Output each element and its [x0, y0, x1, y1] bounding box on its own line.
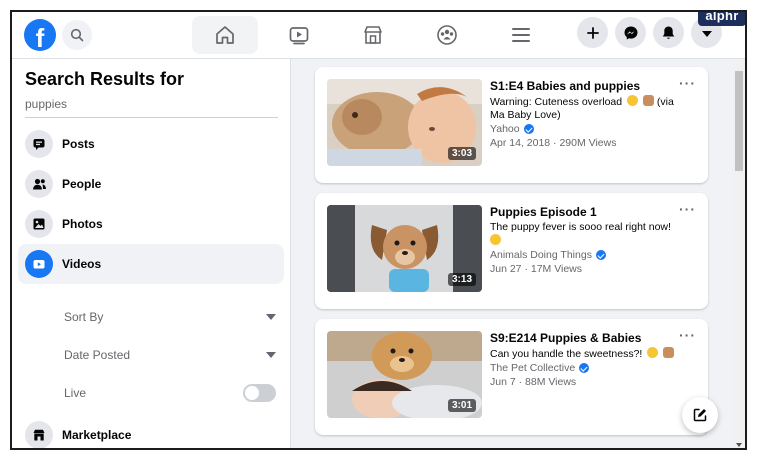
video-result-card[interactable]: 3:03 S1:E4 Babies and puppies Warning: C… — [315, 67, 708, 183]
caret-down-icon — [266, 352, 276, 358]
video-duration: 3:13 — [447, 273, 476, 286]
sort-by-dropdown[interactable]: Sort By — [64, 305, 276, 329]
sidebar-item-label: Videos — [62, 257, 102, 271]
video-meta: Jun 27 · 17M Views — [490, 263, 583, 275]
more-options-button[interactable]: ··· — [679, 201, 696, 217]
video-duration: 3:01 — [447, 399, 476, 412]
sort-by-label: Sort By — [64, 310, 104, 324]
search-button[interactable] — [62, 20, 92, 50]
divider — [25, 117, 278, 118]
bell-icon — [662, 26, 675, 39]
videos-icon — [25, 250, 53, 278]
hamburger-menu-icon — [512, 28, 530, 42]
video-source[interactable]: The Pet Collective — [490, 362, 590, 374]
video-duration: 3:03 — [447, 147, 476, 160]
marketplace-icon — [364, 26, 382, 44]
video-description: The puppy fever is sooo real right now! — [490, 221, 690, 248]
person-emoji-icon — [642, 95, 654, 106]
alphr-watermark: alphr — [698, 12, 745, 26]
posts-icon — [25, 130, 53, 158]
date-posted-label: Date Posted — [64, 348, 131, 362]
scrollbar-thumb[interactable] — [735, 71, 743, 171]
new-message-button[interactable] — [682, 397, 718, 433]
smiling-face-emoji-icon — [627, 95, 639, 106]
sidebar-item-posts[interactable]: Posts — [18, 124, 284, 164]
video-title[interactable]: Puppies Episode 1 — [490, 205, 680, 219]
sidebar-item-label: People — [62, 177, 102, 191]
tab-watch[interactable] — [266, 16, 332, 54]
groups-icon — [437, 25, 457, 45]
facebook-logo[interactable]: f — [24, 19, 56, 51]
photos-icon — [25, 210, 53, 238]
sidebar-item-photos[interactable]: Photos — [18, 204, 284, 244]
create-button[interactable] — [577, 17, 608, 48]
video-title[interactable]: S1:E4 Babies and puppies — [490, 79, 680, 93]
sidebar-item-label: Photos — [62, 217, 103, 231]
search-sidebar: Search Results for puppies Posts People … — [12, 59, 291, 448]
live-label: Live — [64, 386, 87, 400]
chevron-down-icon — [701, 30, 712, 37]
search-results-title: Search Results for — [25, 69, 185, 89]
smiling-face-emoji-icon — [647, 347, 659, 358]
sidebar-item-label: Marketplace — [62, 428, 132, 442]
sidebar-item-marketplace[interactable]: Marketplace — [18, 415, 284, 448]
video-thumbnail[interactable]: 3:03 — [327, 79, 482, 166]
scrollbar[interactable] — [733, 59, 745, 448]
verified-badge-icon — [523, 124, 534, 134]
verified-badge-icon — [579, 363, 590, 373]
video-meta: Apr 14, 2018 · 290M Views — [490, 137, 617, 149]
tab-menu[interactable] — [488, 16, 554, 54]
live-toggle[interactable] — [243, 384, 276, 402]
top-nav-bar: f — [12, 12, 745, 59]
tab-groups[interactable] — [414, 16, 480, 54]
search-icon — [70, 28, 84, 42]
video-meta: Jun 7 · 88M Views — [490, 376, 577, 388]
video-thumbnail[interactable]: 3:01 — [327, 331, 482, 418]
home-icon — [216, 26, 234, 44]
messenger-icon — [624, 26, 637, 39]
people-icon — [25, 170, 53, 198]
watch-icon — [289, 27, 309, 45]
tab-marketplace[interactable] — [340, 16, 406, 54]
search-query: puppies — [25, 97, 68, 111]
tab-home[interactable] — [192, 16, 258, 54]
notifications-button[interactable] — [653, 17, 684, 48]
heart-eyes-emoji-icon — [490, 234, 501, 245]
video-result-card[interactable]: 3:13 Puppies Episode 1 The puppy fever i… — [315, 193, 708, 309]
video-source[interactable]: Animals Doing Things — [490, 249, 606, 261]
app-window: f alphr Search Results for puppies Posts… — [10, 10, 747, 450]
marketplace-icon — [25, 421, 53, 448]
video-description: Can you handle the sweetness?! — [490, 347, 690, 361]
verified-badge-icon — [595, 250, 606, 260]
sidebar-item-label: Posts — [62, 137, 95, 151]
video-description: Warning: Cuteness overload (via Ma Baby … — [490, 95, 674, 121]
messenger-button[interactable] — [615, 17, 646, 48]
sidebar-item-people[interactable]: People — [18, 164, 284, 204]
plus-icon — [586, 26, 599, 39]
video-result-card[interactable]: 3:01 S9:E214 Puppies & Babies Can you ha… — [315, 319, 708, 435]
caret-down-icon — [266, 314, 276, 320]
live-filter: Live — [64, 381, 276, 405]
date-posted-dropdown[interactable]: Date Posted — [64, 343, 276, 367]
more-options-button[interactable]: ··· — [679, 75, 696, 91]
compose-icon — [693, 408, 707, 422]
sidebar-item-videos[interactable]: Videos — [18, 244, 284, 284]
video-source[interactable]: Yahoo — [490, 123, 534, 135]
more-options-button[interactable]: ··· — [679, 327, 696, 343]
video-title[interactable]: S9:E214 Puppies & Babies — [490, 331, 680, 345]
scroll-down-arrow-icon[interactable] — [736, 443, 742, 447]
person-emoji-icon — [663, 347, 675, 358]
video-thumbnail[interactable]: 3:13 — [327, 205, 482, 292]
